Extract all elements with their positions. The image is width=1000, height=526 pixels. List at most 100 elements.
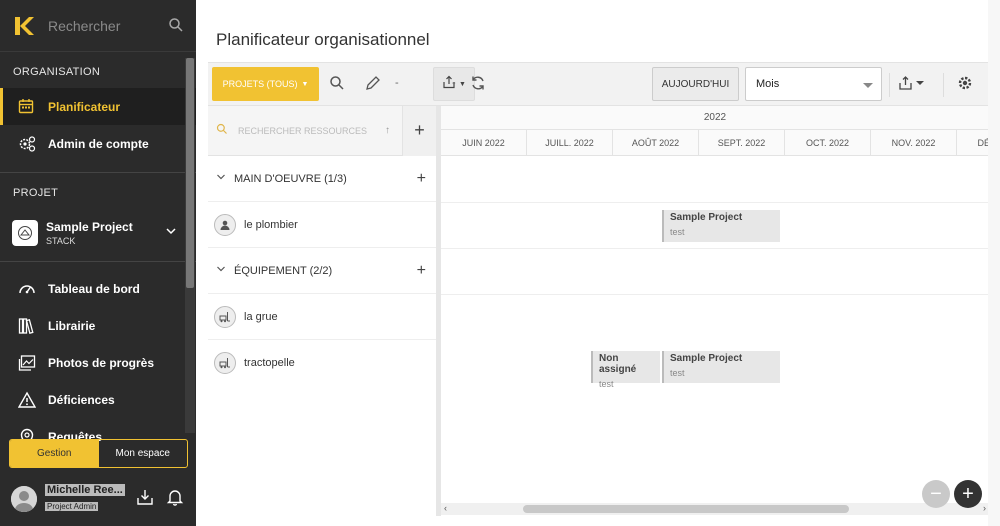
projets-filter-label: PROJETS (TOUS) — [222, 79, 298, 89]
projets-filter-button[interactable]: PROJETS (TOUS) ▼ — [212, 67, 319, 101]
sidebar-item-label: Librairie — [48, 318, 96, 333]
calendar-icon — [18, 98, 36, 116]
sidebar-header: Rechercher — [0, 0, 196, 52]
event-block[interactable]: Sample Project test — [662, 210, 780, 242]
project-info: Sample Project STACK — [46, 220, 133, 246]
resource-group-equipement[interactable]: ÉQUIPEMENT (2/2) + — [208, 248, 436, 294]
sidebar-item-label: Déficiences — [48, 392, 115, 407]
toolbar-separator-dash: - — [395, 77, 399, 89]
timeline-horizontal-scrollbar[interactable]: ‹ › — [441, 503, 989, 515]
zoom-in-button[interactable]: + — [954, 480, 982, 508]
sidebar-item-label: Tableau de bord — [48, 281, 140, 296]
person-icon — [214, 213, 236, 236]
toolbar: PROJETS (TOUS) ▼ - ▼ - AUJOURD'HUI Mois — [208, 62, 988, 106]
resource-row-le-plombier[interactable]: le plombier — [208, 202, 436, 248]
view-mode-value: Mois — [756, 78, 780, 90]
inbox-download-icon[interactable] — [136, 488, 154, 511]
sidebar-item-librairie[interactable]: Librairie — [0, 307, 196, 344]
sidebar-scrollbar[interactable] — [185, 58, 195, 433]
arrow-right-icon[interactable]: › — [983, 503, 986, 513]
project-selector[interactable]: Sample Project STACK — [0, 209, 196, 257]
timeline-row-la-grue — [441, 295, 989, 341]
user-role: Project Admin — [45, 502, 99, 511]
timeline-months: JUIN 2022 JUILL. 2022 AOÛT 2022 SEPT. 20… — [441, 130, 989, 156]
workspace-toggle: Gestion Mon espace — [9, 439, 188, 468]
toolbar-divider — [889, 73, 890, 97]
timeline-row-le-plombier: Sample Project test — [441, 203, 989, 249]
timeline-month: JUILL. 2022 — [527, 130, 613, 155]
event-block[interactable]: Sample Project test — [662, 351, 780, 383]
resource-name: la grue — [244, 310, 278, 323]
resource-name: le plombier — [244, 218, 298, 231]
page-title: Planificateur organisationnel — [216, 30, 430, 49]
search-icon[interactable] — [329, 75, 347, 93]
add-resource-button[interactable]: + — [402, 105, 436, 156]
toolbar-divider — [943, 73, 944, 97]
toggle-gestion[interactable]: Gestion — [10, 440, 99, 467]
refresh-icon[interactable] — [470, 75, 488, 93]
arrow-left-icon[interactable]: ‹ — [444, 503, 447, 513]
main-content: Planificateur organisationnel PROJETS (T… — [196, 0, 1000, 526]
toolbar-separator-dash: - — [452, 77, 456, 89]
user-actions — [136, 488, 184, 511]
timeline-month: DÉC. 2022 — [957, 130, 989, 155]
sort-arrow-up-icon[interactable]: ↑ — [385, 125, 390, 136]
search-icon — [208, 122, 228, 140]
add-to-group-button[interactable]: + — [417, 262, 426, 280]
resources-panel: RECHERCHER RESSOURCES ↑ + MAIN D'OEUVRE … — [208, 105, 436, 516]
gear-icon[interactable] — [957, 75, 975, 93]
toggle-mon-espace[interactable]: Mon espace — [99, 440, 188, 467]
sidebar-scroll-thumb[interactable] — [186, 58, 194, 288]
event-block[interactable]: Non assigné test — [591, 351, 660, 389]
warning-icon — [18, 391, 36, 409]
resource-row-tractopelle[interactable]: tractopelle — [208, 340, 436, 386]
add-to-group-button[interactable]: + — [417, 170, 426, 188]
resource-group-main-doeuvre[interactable]: MAIN D'OEUVRE (1/3) + — [208, 156, 436, 202]
chevron-down-icon[interactable] — [216, 172, 226, 185]
project-subtitle: STACK — [46, 236, 76, 246]
timeline-month: OCT. 2022 — [785, 130, 871, 155]
timeline-row-group — [441, 249, 989, 295]
sidebar-item-deficiences[interactable]: Déficiences — [0, 381, 196, 418]
view-mode-select[interactable]: Mois — [745, 67, 882, 101]
event-subtitle: test — [670, 368, 685, 378]
project-name: Sample Project — [46, 220, 133, 234]
library-icon — [18, 317, 36, 335]
sidebar-item-admin-de-compte[interactable]: Admin de compte — [0, 125, 196, 162]
event-subtitle: test — [599, 379, 614, 389]
sidebar-item-photos[interactable]: Photos de progrès — [0, 344, 196, 381]
sidebar-item-label: Admin de compte — [48, 136, 149, 151]
timeline-row-tractopelle: Non assigné test Sample Project test — [441, 341, 989, 389]
resource-group-label: MAIN D'OEUVRE (1/3) — [234, 172, 347, 185]
sidebar-item-label: Planificateur — [48, 99, 121, 114]
user-profile[interactable]: Michelle Ree... Project Admin — [11, 484, 125, 514]
k-logo-icon[interactable] — [12, 14, 36, 38]
timeline-month: JUIN 2022 — [441, 130, 527, 155]
timeline-month: SEPT. 2022 — [699, 130, 785, 155]
timeline-scroll-thumb[interactable] — [523, 505, 849, 513]
resource-row-la-grue[interactable]: la grue — [208, 294, 436, 340]
search-icon[interactable] — [168, 17, 186, 35]
app-root: Rechercher ORGANISATION Planificateur Ad… — [0, 0, 1000, 526]
resources-search: RECHERCHER RESSOURCES ↑ + — [208, 105, 436, 156]
bell-icon[interactable] — [166, 488, 184, 511]
resources-search-input[interactable]: RECHERCHER RESSOURCES — [228, 126, 385, 136]
timeline-month: AOÛT 2022 — [613, 130, 699, 155]
chevron-down-icon[interactable] — [216, 264, 226, 277]
chevron-down-icon[interactable] — [165, 224, 177, 242]
photos-icon — [18, 354, 36, 372]
sidebar-item-tableau-de-bord[interactable]: Tableau de bord — [0, 270, 196, 307]
dashboard-icon — [18, 280, 36, 298]
share-export-icon[interactable] — [898, 75, 928, 93]
timeline: 2022 JUIN 2022 JUILL. 2022 AOÛT 2022 SEP… — [441, 106, 989, 516]
event-title: Sample Project — [670, 212, 743, 223]
event-title: Non assigné — [599, 353, 637, 375]
resource-group-label: ÉQUIPEMENT (2/2) — [234, 264, 333, 277]
event-title: Sample Project — [670, 353, 743, 364]
zoom-out-button[interactable]: − — [922, 480, 950, 508]
sidebar-search-input[interactable]: Rechercher — [48, 18, 168, 34]
sidebar-item-planificateur[interactable]: Planificateur — [0, 88, 196, 125]
today-button[interactable]: AUJOURD'HUI — [652, 67, 739, 101]
pencil-icon[interactable] — [365, 75, 383, 93]
caret-down-icon: ▼ — [301, 80, 309, 88]
